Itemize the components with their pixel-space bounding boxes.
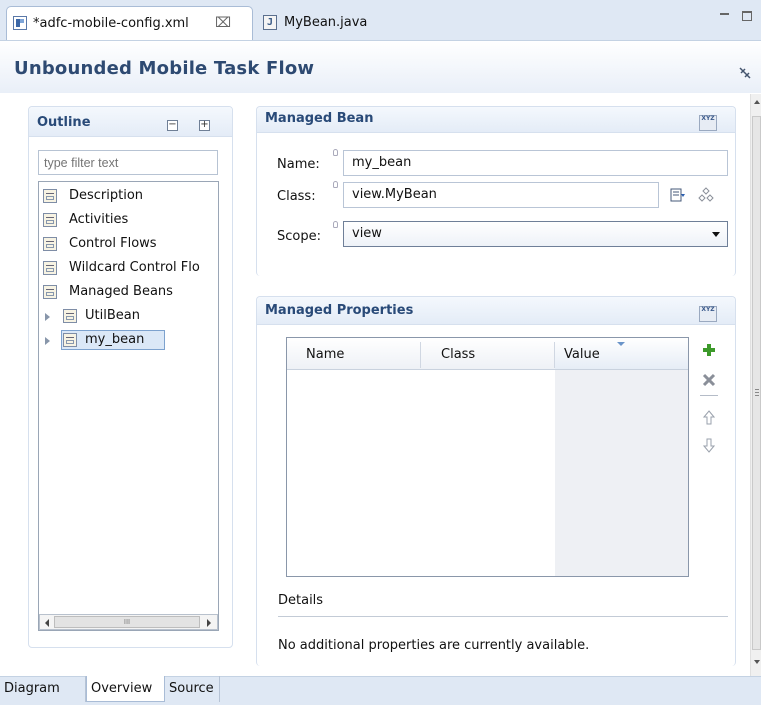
bean-node-icon [63,333,77,347]
hint-bulb-icon [333,149,338,156]
tab-mybean-java[interactable]: J MyBean.java [256,6,376,40]
description-node-icon [43,189,57,203]
managed-beans-node-icon [43,285,57,299]
name-label: Name: [277,157,320,172]
hint-bulb-icon [333,221,338,228]
tree-item-label: UtilBean [85,308,140,323]
page-title: Unbounded Mobile Task Flow [14,58,315,79]
bean-class-field[interactable]: view.MyBean [343,182,659,208]
column-separator[interactable] [554,342,555,368]
outline-header: Outline − + [29,107,232,137]
expand-all-icon[interactable]: + [199,120,210,131]
java-file-icon: J [263,15,277,30]
details-label: Details [278,593,324,608]
xml-file-icon [13,16,27,30]
sort-indicator-icon [617,342,625,346]
outline-hscrollbar[interactable]: III [39,614,218,630]
tree-item-label: my_bean [85,332,145,347]
control-flows-node-icon [43,237,57,251]
bean-name-field[interactable]: my_bean [343,150,728,176]
tree-item-label: Description [69,188,144,203]
tab-label: MyBean.java [284,15,368,30]
tab-label: *adfc-mobile-config.xml [33,16,189,31]
column-header-class[interactable]: Class [441,347,475,362]
tab-overview[interactable]: Overview [86,676,165,702]
outline-title: Outline [37,115,91,130]
xml-help-icon[interactable]: XYZ [699,306,717,322]
details-text: No additional properties are currently a… [278,638,590,653]
column-separator[interactable] [420,342,421,368]
tree-item-label: Wildcard Control Flo [69,260,200,275]
class-hierarchy-icon[interactable] [698,187,714,203]
xml-help-icon[interactable]: XYZ [699,115,717,131]
add-icon[interactable] [702,343,716,357]
outline-filter-input[interactable] [38,150,218,175]
outline-tree[interactable]: Description Activities Control Flows Wil… [38,181,219,631]
hscroll-thumb[interactable]: III [54,616,200,628]
toolbar-divider [700,395,718,396]
column-header-name[interactable]: Name [306,347,344,362]
tree-item-label: Managed Beans [69,284,173,299]
wildcard-node-icon [43,261,57,275]
scroll-right-icon[interactable] [207,619,211,627]
tree-item-label: Control Flows [69,236,157,251]
activities-node-icon [43,213,57,227]
outline-panel: Outline − + Description Activities Contr… [28,106,233,648]
managed-bean-title: Managed Bean [265,111,374,126]
vertical-scrollbar[interactable] [750,94,761,676]
delete-icon[interactable] [702,373,716,387]
class-label: Class: [277,189,316,204]
expand-arrow-icon[interactable] [45,313,50,321]
hint-bulb-icon [333,181,338,188]
properties-table[interactable]: Name Class Value [286,337,689,577]
close-tab-icon[interactable]: ⌧ [215,15,231,31]
scope-value: view [352,226,382,241]
tree-item-label: Activities [69,212,129,227]
expand-arrow-icon[interactable] [45,337,50,345]
minimize-icon[interactable] [719,10,731,22]
tab-diagram[interactable]: Diagram [0,676,86,702]
collapse-all-icon[interactable]: − [167,120,178,131]
managed-properties-title: Managed Properties [265,303,414,318]
disconnect-icon[interactable] [738,66,752,80]
tab-adfc-mobile-config[interactable]: *adfc-mobile-config.xml ⌧ [6,6,253,40]
details-divider [278,616,728,617]
scroll-left-icon[interactable] [45,619,49,627]
chevron-down-icon[interactable] [712,232,720,237]
scope-label: Scope: [277,229,321,244]
column-header-value[interactable]: Value [564,347,600,362]
managed-bean-header: Managed Bean XYZ [257,107,735,133]
scroll-up-icon[interactable] [754,100,760,104]
sorted-column-bg [555,338,688,576]
scrollbar-thumb[interactable] [752,116,761,650]
move-down-icon[interactable] [703,437,715,453]
managed-properties-header: Managed Properties XYZ [257,297,735,325]
scroll-down-icon[interactable] [754,660,760,664]
edit-class-icon[interactable] [670,188,686,202]
tab-source[interactable]: Source [165,676,220,702]
maximize-icon[interactable] [741,10,753,22]
move-up-icon[interactable] [703,410,715,426]
scope-select[interactable]: view [343,221,728,247]
bean-node-icon [63,309,77,323]
